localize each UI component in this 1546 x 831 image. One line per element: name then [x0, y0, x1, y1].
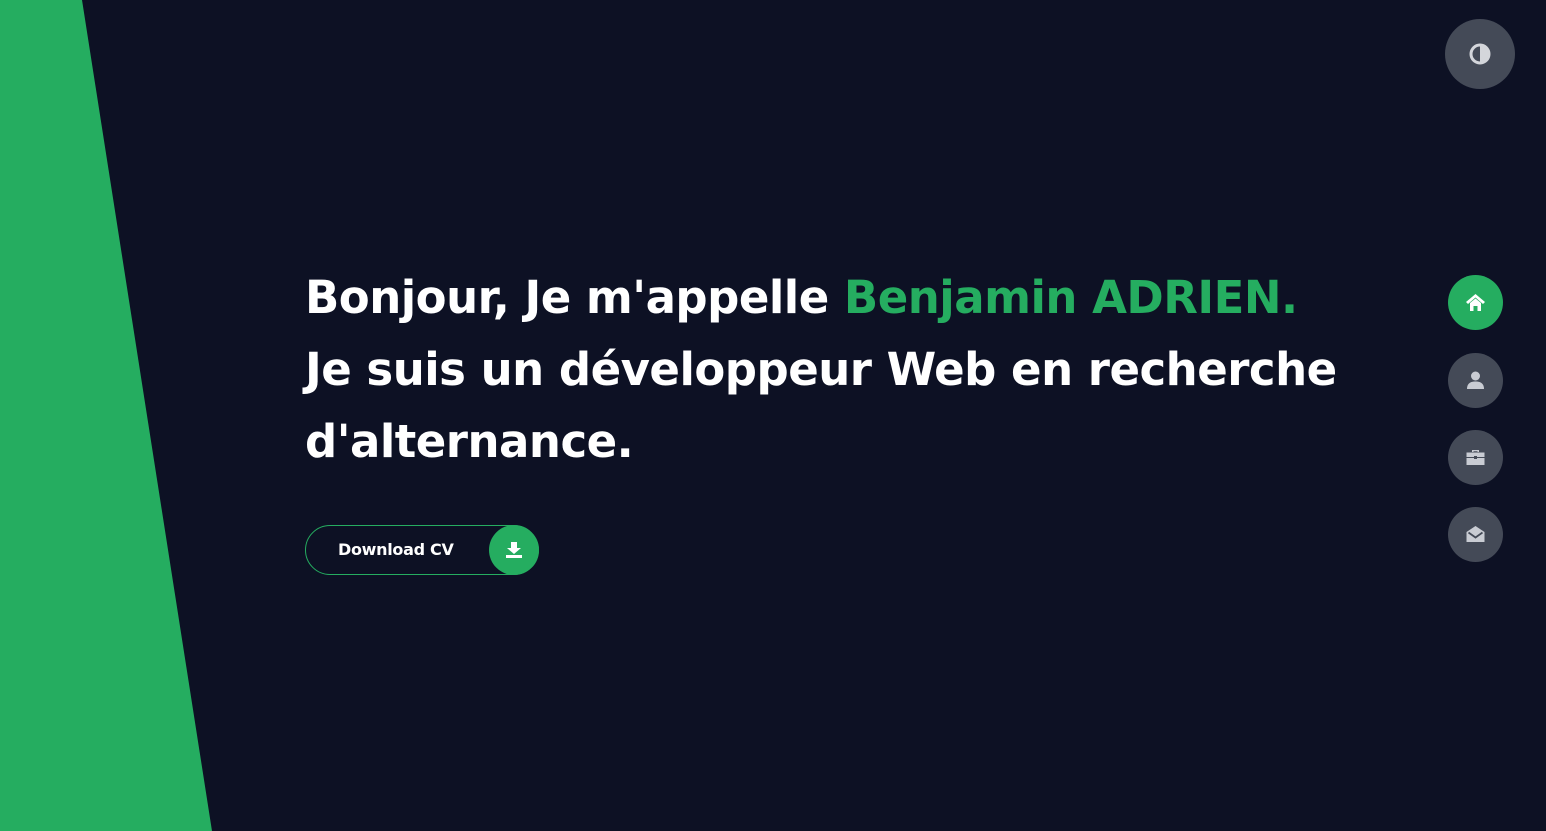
envelope-open-icon [1466, 526, 1485, 542]
accent-diagonal-band [0, 0, 212, 831]
nav-about-button[interactable] [1448, 353, 1503, 408]
hero-section: Bonjour, Je m'appelle Benjamin ADRIEN. J… [305, 262, 1385, 478]
home-icon [1466, 294, 1485, 311]
developer-name: Benjamin ADRIEN. [843, 271, 1298, 324]
nav-home-button[interactable] [1448, 275, 1503, 330]
nav-contact-button[interactable] [1448, 507, 1503, 562]
user-icon [1467, 371, 1484, 389]
briefcase-icon [1466, 450, 1485, 465]
hero-headline: Bonjour, Je m'appelle Benjamin ADRIEN. J… [305, 262, 1385, 478]
download-cv-button[interactable]: Download CV [305, 525, 539, 575]
nav-portfolio-button[interactable] [1448, 430, 1503, 485]
download-icon [506, 542, 522, 558]
contrast-icon [1469, 43, 1491, 65]
headline-line-three: d'alternance. [305, 415, 634, 468]
greeting-text: Bonjour, Je m'appelle [305, 271, 844, 324]
theme-toggle-button[interactable] [1445, 19, 1515, 89]
download-icon-circle [489, 525, 539, 575]
portfolio-home-page: Bonjour, Je m'appelle Benjamin ADRIEN. J… [0, 0, 1546, 831]
headline-line-two: Je suis un développeur Web en recherche [305, 343, 1337, 396]
download-cv-label: Download CV [338, 540, 454, 559]
